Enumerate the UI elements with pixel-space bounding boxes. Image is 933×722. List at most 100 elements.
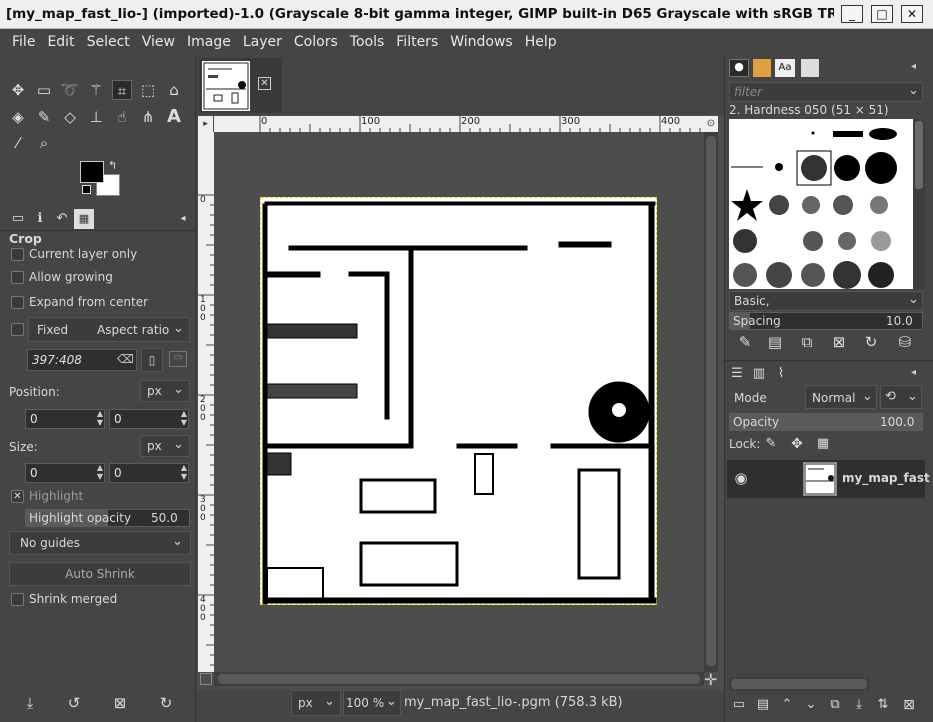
expand-from-center-checkbox[interactable] [11,296,24,309]
menu-layer[interactable]: Layer [237,29,288,55]
paintbrush-tool-icon[interactable]: ✎ [34,107,54,127]
image-tab[interactable]: ✕ [199,58,282,113]
shrink-merged-checkbox[interactable] [11,593,24,606]
layers-tab-icon[interactable]: ☰ [727,364,747,384]
menu-select[interactable]: Select [81,29,136,55]
horizontal-scrollbar[interactable] [214,672,704,686]
menu-tools[interactable]: Tools [344,29,391,55]
menu-edit[interactable]: Edit [41,29,80,55]
new-layer-icon[interactable]: ▭ [729,695,749,715]
lock-position-icon[interactable]: ✥ [787,434,807,454]
lock-pixels-icon[interactable]: ✎ [761,434,781,454]
images-tab-icon[interactable]: ▦ [74,209,94,229]
size-width-spin-icon[interactable]: ▲ ▼ [95,463,105,481]
landscape-icon[interactable]: ▭ [169,351,187,367]
highlight-opacity-slider[interactable]: Highlight opacity 50.0 [25,509,190,527]
fixed-aspect-combo[interactable]: Fixed Aspect ratio ⌄ [28,317,190,342]
channels-tab-icon[interactable]: ▥ [749,364,769,384]
device-status-tab-icon[interactable]: ℹ [30,209,50,229]
restore-tool-preset-icon[interactable]: ↺ [64,693,84,713]
highlight-checkbox[interactable]: ✕ [11,490,24,503]
brushes-tab-icon[interactable]: ● [729,59,749,77]
spacing-slider[interactable]: Spacing 10.0 [729,312,923,330]
open-brush-icon[interactable]: ⛁ [895,332,915,352]
warp-tool-icon[interactable]: ⌂ [164,80,184,100]
menu-help[interactable]: Help [519,29,563,55]
tool-options-tab-icon[interactable]: ▭ [8,209,28,229]
reset-tool-options-icon[interactable]: ↻ [156,693,176,713]
brush-filter-input[interactable]: filter ⌄ [729,82,923,102]
merge-layer-icon[interactable]: ⤓ [849,695,869,715]
delete-layer-icon[interactable]: ⊠ [899,695,919,715]
layer-row[interactable]: ◉ my_map_fast [727,460,930,498]
close-button[interactable]: ✕ [901,5,923,23]
size-unit-select[interactable]: px ⌄ [140,435,190,457]
unified-transform-tool-icon[interactable]: ⬚ [138,80,158,100]
menu-colors[interactable]: Colors [288,29,344,55]
close-tab-icon[interactable]: ✕ [258,77,271,90]
unit-select[interactable]: px ⌄ [291,690,341,716]
layers-hscroll[interactable] [729,677,869,691]
fixed-checkbox[interactable] [11,323,24,336]
delete-tool-preset-icon[interactable]: ⊠ [110,693,130,713]
position-x-input[interactable]: 0 [25,409,105,429]
brush-preset-select[interactable]: Basic, ⌄ [729,291,923,311]
current-layer-only-checkbox[interactable] [11,248,24,261]
allow-growing-checkbox[interactable] [11,271,24,284]
zoom-select[interactable]: 100 % ⌄ [343,690,401,716]
zoom-image-icon[interactable]: ⊙ [704,116,718,132]
opacity-slider[interactable]: Opacity 100.0 [729,413,923,431]
crop-tool-icon[interactable]: ⌗ [112,80,132,100]
auto-shrink-button[interactable]: Auto Shrink [9,562,191,586]
refresh-brushes-icon[interactable]: ↻ [861,332,881,352]
position-y-input[interactable]: 0 [109,409,189,429]
paths-tab-icon[interactable]: ⌇ [771,364,791,384]
configure-tab-icon[interactable]: ◂ [911,61,916,72]
quick-mask-icon[interactable]: ▸ [198,116,213,132]
clear-input-icon[interactable]: ⌫ [117,352,134,366]
lasso-tool-icon[interactable]: ➰ [60,80,80,100]
rect-select-tool-icon[interactable]: ▭ [34,80,54,100]
bucket-fill-tool-icon[interactable]: ◈ [8,107,28,127]
composite-mode-select[interactable]: ⟲ ⌄ [880,385,922,409]
position-unit-select[interactable]: px ⌄ [140,380,190,402]
eraser-tool-icon[interactable]: ◇ [60,107,80,127]
smudge-tool-icon[interactable]: ☝ [112,107,132,127]
fonts-tab-icon[interactable]: Aa [775,59,795,77]
layer-name[interactable]: my_map_fast [842,471,930,485]
maximize-button[interactable]: □ [871,5,893,23]
menu-view[interactable]: View [136,29,181,55]
move-tool-icon[interactable]: ✥ [8,80,28,100]
horizontal-scrollbar-thumb[interactable] [218,674,700,684]
duplicate-brush-icon[interactable]: ⧉ [797,332,817,352]
menu-filters[interactable]: Filters [390,29,444,55]
patterns-tab-icon[interactable] [753,59,771,77]
document-history-tab-icon[interactable] [801,59,819,77]
lower-layer-icon[interactable]: ⌄ [801,695,821,715]
map-image[interactable] [260,197,657,605]
new-brush-icon[interactable]: ▤ [765,332,785,352]
paths-tool-icon[interactable]: ⋔ [138,107,158,127]
eye-icon[interactable]: ◉ [731,468,751,488]
configure-tab-icon[interactable]: ◂ [911,367,916,378]
delete-brush-icon[interactable]: ⊠ [829,332,849,352]
mode-select[interactable]: Normal ⌄ [805,385,877,409]
vertical-scrollbar-thumb[interactable] [706,136,716,666]
menu-file[interactable]: File [6,29,41,55]
layer-mask-icon[interactable]: ⇅ [873,695,893,715]
portrait-icon[interactable]: ▯ [141,348,163,372]
size-height-spin-icon[interactable]: ▲ ▼ [179,463,189,481]
guides-select[interactable]: No guides ⌄ [9,531,191,555]
configure-tab-icon[interactable]: ◂ [173,209,193,229]
toggle-quick-mask-icon[interactable] [200,673,212,685]
size-width-input[interactable]: 0 [25,463,105,483]
color-picker-tool-icon[interactable]: ⁄ [8,133,28,153]
layers-hscroll-thumb[interactable] [731,679,867,689]
zoom-tool-icon[interactable]: ⌕ [34,133,54,153]
save-tool-preset-icon[interactable]: ⤓ [20,693,40,713]
brushes-scrollbar[interactable] [913,119,925,289]
size-height-input[interactable]: 0 [109,463,189,483]
brushes-grid[interactable] [729,119,913,289]
edit-brush-icon[interactable]: ✎ [735,332,755,352]
duplicate-layer-icon[interactable]: ⧉ [825,695,845,715]
